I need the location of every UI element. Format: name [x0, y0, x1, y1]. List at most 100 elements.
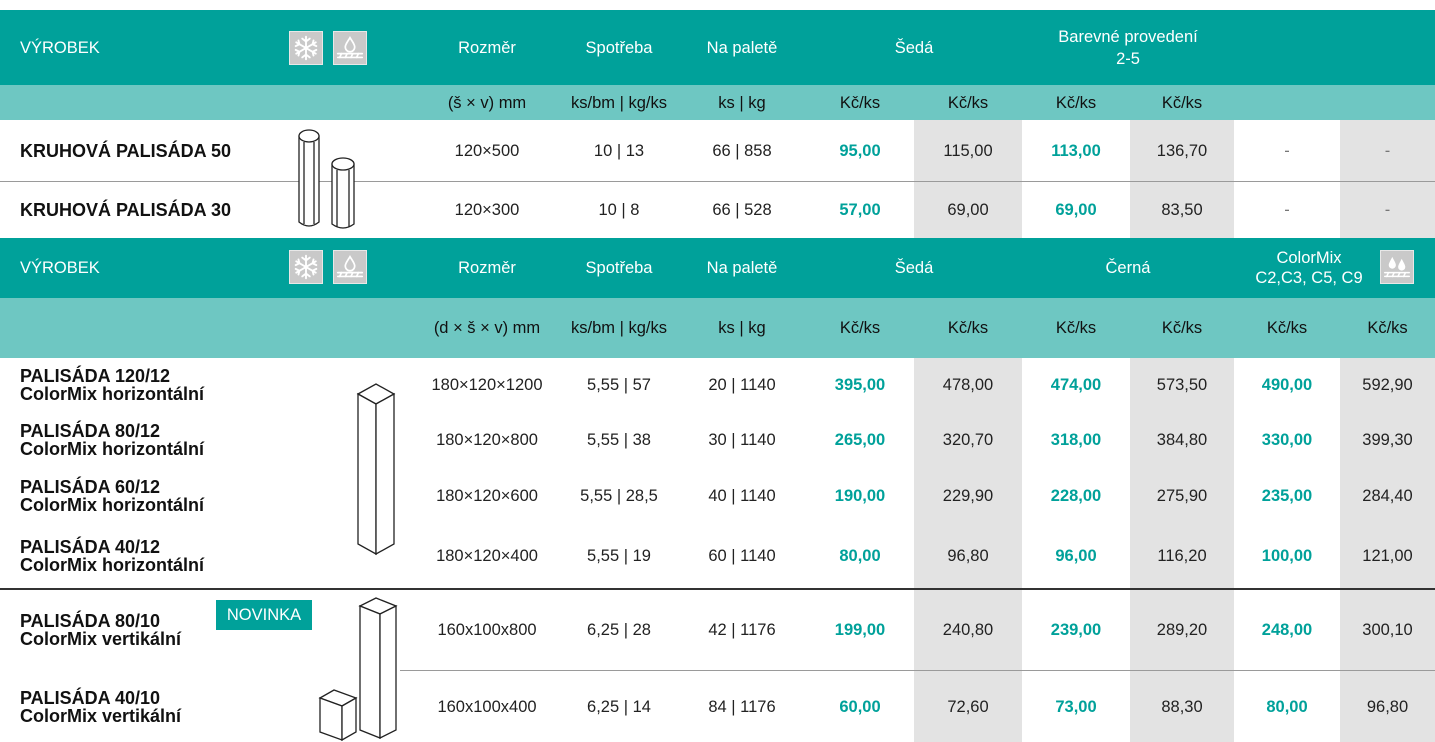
product-name-line2: ColorMix horizontální — [20, 495, 204, 515]
cell-price: 248,00 — [1261, 621, 1313, 639]
cell-price: 57,00 — [839, 201, 881, 219]
water-drop-surface-icon — [333, 31, 367, 65]
unit-spotreba: ks/bm | kg/ks — [571, 319, 667, 337]
unit-price: Kč/ks — [947, 93, 989, 112]
section1-header: VÝROBEK Rozměr Spotřeba Na paletě Šedá B… — [0, 10, 1435, 85]
product-name: PALISÁDA 120/12 ColorMix horizontální — [20, 358, 204, 412]
cell-palete: 30 | 1140 — [708, 431, 776, 449]
water-drop-surface-icon — [333, 250, 367, 284]
cell-price: 100,00 — [1261, 547, 1313, 565]
cell-spotreba: 5,55 | 28,5 — [580, 487, 658, 505]
cell-rozmer: 160x100x800 — [437, 621, 537, 639]
product-name-line2: ColorMix horizontální — [20, 555, 204, 575]
unit-rozmer: (d × š × v) mm — [433, 319, 541, 337]
cell-price: 88,30 — [1161, 698, 1203, 716]
cell-price: 69,00 — [947, 201, 989, 219]
cell-price: 96,80 — [947, 547, 989, 565]
cell-price: 115,00 — [943, 142, 993, 160]
cell-price: 96,00 — [1055, 547, 1097, 565]
cell-price: 275,90 — [1156, 487, 1208, 505]
unit-price: Kč/ks — [1161, 93, 1203, 112]
cell-price: - — [1384, 142, 1391, 160]
cell-rozmer: 180×120×800 — [436, 431, 538, 449]
cell-price: 136,70 — [1156, 142, 1208, 160]
unit-price: Kč/ks — [839, 319, 881, 337]
cell-price: 60,00 — [839, 698, 881, 716]
header-rozmer: Rozměr — [458, 38, 516, 57]
cell-price: 228,00 — [1050, 487, 1102, 505]
cell-price: 320,70 — [942, 431, 994, 449]
product-name-line2: ColorMix vertikální — [20, 629, 182, 649]
product-name: KRUHOVÁ PALISÁDA 50 — [20, 141, 232, 161]
cell-price: 474,00 — [1050, 376, 1102, 394]
header-na-palete: Na paletě — [706, 38, 778, 57]
cell-spotreba: 5,55 | 19 — [587, 547, 651, 565]
unit-price: Kč/ks — [947, 319, 989, 337]
header-barevne-line1: Barevné provedení — [1058, 27, 1198, 46]
header-seda: Šedá — [894, 259, 934, 277]
header-barevne: Barevné provedení 2-5 — [1022, 10, 1234, 85]
cell-rozmer: 120×300 — [454, 201, 520, 219]
cell-spotreba: 10 | 13 — [593, 142, 645, 160]
unit-price: Kč/ks — [1266, 319, 1308, 337]
cell-price: 395,00 — [834, 376, 886, 394]
cell-rozmer: 180×120×1200 — [431, 376, 543, 394]
cell-palete: 66 | 858 — [712, 142, 772, 160]
novinka-badge: NOVINKA — [216, 600, 312, 630]
cell-price: 96,80 — [1366, 698, 1409, 716]
header-barevne-line2: 2-5 — [1116, 49, 1140, 68]
cell-price: 384,80 — [1156, 431, 1208, 449]
product-name-line1: PALISÁDA 80/12 — [20, 421, 161, 441]
header-spotreba: Spotřeba — [585, 259, 653, 277]
horizontal-palisade-illustration — [356, 383, 396, 556]
cell-price: 72,60 — [947, 698, 989, 716]
round-palisade-illustration — [298, 129, 355, 229]
unit-palete: ks | kg — [718, 319, 766, 337]
cell-price: 116,20 — [1157, 547, 1207, 565]
header-colormix: ColorMix C2,C3, C5, C9 — [1234, 238, 1384, 298]
unit-price: Kč/ks — [1055, 93, 1097, 112]
cell-palete: 42 | 1176 — [708, 621, 776, 639]
row-divider — [400, 670, 1435, 671]
cell-palete: 60 | 1140 — [708, 547, 776, 565]
header-colormix-line1: ColorMix — [1276, 249, 1342, 267]
cell-price: 399,30 — [1362, 431, 1413, 449]
cell-price: 592,90 — [1362, 376, 1413, 394]
cell-palete: 40 | 1140 — [708, 487, 776, 505]
cell-price: 300,10 — [1362, 621, 1413, 639]
cell-price: 239,00 — [1050, 621, 1102, 639]
cell-price: 265,00 — [834, 431, 886, 449]
cell-price: 199,00 — [834, 621, 886, 639]
cell-price: 240,80 — [942, 621, 994, 639]
product-name-line2: ColorMix vertikální — [20, 706, 182, 726]
cell-rozmer: 160x100x400 — [437, 698, 537, 716]
cell-palete: 66 | 528 — [712, 201, 772, 219]
cell-price: 289,20 — [1156, 621, 1208, 639]
unit-price: Kč/ks — [1055, 319, 1097, 337]
section1-subheader: (š × v) mm ks/bm | kg/ks ks | kg Kč/ks K… — [0, 85, 1435, 120]
header-cerna: Černá — [1105, 259, 1151, 277]
cell-price: 69,00 — [1055, 201, 1097, 219]
header-colormix-line2: C2,C3, C5, C9 — [1255, 269, 1363, 287]
cell-price: 113,00 — [1051, 142, 1101, 160]
cell-rozmer: 180×120×400 — [436, 547, 538, 565]
cell-price: - — [1284, 201, 1290, 219]
header-spotreba: Spotřeba — [585, 38, 653, 57]
product-name-line2: ColorMix horizontální — [20, 439, 204, 459]
product-name: KRUHOVÁ PALISÁDA 30 — [20, 200, 232, 220]
cell-palete: 84 | 1176 — [708, 698, 776, 716]
cell-price: 229,90 — [942, 487, 994, 505]
vertical-palisade-illustration — [318, 597, 398, 742]
cell-price: - — [1384, 201, 1391, 219]
header-vyrobek: VÝROBEK — [20, 38, 100, 57]
unit-palete: ks | kg — [718, 93, 766, 112]
product-name-line1: PALISÁDA 120/12 — [20, 366, 171, 386]
cell-price: 121,00 — [1362, 547, 1413, 565]
unit-price: Kč/ks — [839, 93, 881, 112]
header-seda: Šedá — [894, 38, 934, 57]
cell-price: 490,00 — [1261, 376, 1313, 394]
cell-palete: 20 | 1140 — [708, 376, 776, 394]
product-name-line1: PALISÁDA 40/12 — [20, 537, 161, 557]
cell-price: 573,50 — [1156, 376, 1208, 394]
unit-rozmer: (š × v) mm — [447, 93, 527, 112]
